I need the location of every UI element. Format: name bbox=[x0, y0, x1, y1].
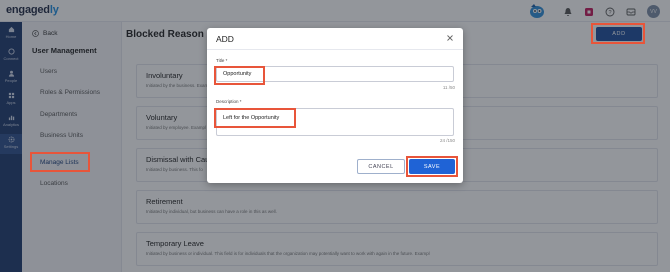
description-char-counter: 24 /150 bbox=[439, 138, 455, 143]
title-input[interactable]: Opportunity bbox=[216, 66, 454, 82]
title-field-label: Title * bbox=[216, 58, 228, 63]
description-input-value: Left for the Opportunity bbox=[223, 115, 280, 121]
save-button[interactable]: SAVE bbox=[409, 159, 455, 174]
dialog-title: ADD bbox=[216, 34, 234, 44]
dialog-header: ADD bbox=[207, 28, 463, 50]
title-char-counter: 11 /50 bbox=[442, 85, 455, 90]
close-icon[interactable] bbox=[446, 34, 454, 42]
description-field-label: Description * bbox=[216, 99, 242, 104]
cancel-button[interactable]: CANCEL bbox=[357, 159, 405, 174]
description-textarea[interactable]: Left for the Opportunity bbox=[216, 108, 454, 136]
title-input-value: Opportunity bbox=[223, 71, 252, 77]
add-dialog: ADD Title * Opportunity 11 /50 Descripti… bbox=[207, 28, 463, 183]
